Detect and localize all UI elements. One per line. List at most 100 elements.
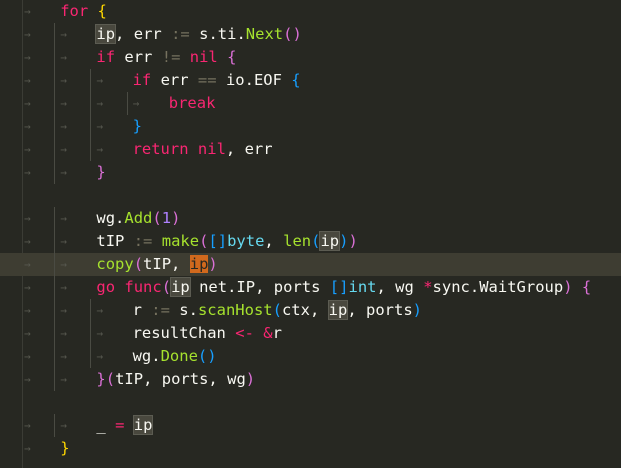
code-line[interactable]: →} xyxy=(0,437,621,460)
bracket: ) xyxy=(171,209,181,227)
code-token: if xyxy=(96,48,116,66)
indent-arrow-icon: → xyxy=(24,442,31,455)
code-line[interactable]: → → copy(tIP, ip) xyxy=(0,253,621,276)
code-token: . xyxy=(115,209,125,227)
code-token: nil xyxy=(197,140,226,158)
code-line[interactable]: → →} xyxy=(0,161,621,184)
code-token: byte xyxy=(227,232,265,250)
indent-arrow-icon: → xyxy=(24,51,31,64)
code-token: _ xyxy=(96,416,106,434)
bracket: ( xyxy=(197,347,208,365)
bracket: } xyxy=(60,439,70,457)
indent-arrow-icon: → xyxy=(96,327,103,340)
code-token: * xyxy=(423,278,433,296)
code-token: wg xyxy=(227,370,246,388)
code-token: != xyxy=(161,48,181,66)
code-line[interactable]: → → wg.Add(1) xyxy=(0,207,621,230)
code-token: , xyxy=(115,25,125,43)
bracket: [ xyxy=(329,278,340,296)
code-token: tIP xyxy=(115,370,144,388)
indent-arrow-icon: → xyxy=(60,258,67,271)
code-line[interactable]: → → → wg.Done() xyxy=(0,345,621,368)
bracket: ( xyxy=(199,232,209,250)
code-token: , xyxy=(225,140,236,158)
code-line[interactable]: → → → r := s.scanHost(ctx, ip, ports) xyxy=(0,299,621,322)
bracket: ( xyxy=(133,255,144,273)
indent-arrow-icon: → xyxy=(96,120,103,133)
indent-arrow-icon: → xyxy=(24,5,31,18)
symbol-highlight: ip xyxy=(95,24,117,44)
indent-arrow-icon: → xyxy=(24,120,31,133)
code-token: tIP xyxy=(96,232,125,250)
code-line[interactable]: → → go func(ip net.IP, ports []int, wg *sy… xyxy=(0,276,621,299)
code-token: , xyxy=(208,370,218,388)
indent-arrow-icon: → xyxy=(60,166,67,179)
code-token: ports xyxy=(273,278,321,296)
indent-arrow-icon: → xyxy=(96,74,103,87)
code-token: . xyxy=(236,25,246,43)
code-token: ports xyxy=(161,370,209,388)
code-line[interactable]: → → →} xyxy=(0,115,621,138)
indent-arrow-icon: → xyxy=(24,212,31,225)
indent-arrow-icon: → xyxy=(24,373,31,386)
code-editor[interactable]: → for {→ → ip, err := s.ti.Next() → → if err !… xyxy=(0,0,621,468)
code-line[interactable]: → → tIP := make([]byte, len(ip)) xyxy=(0,230,621,253)
indent-arrow-icon: → xyxy=(132,97,140,110)
code-line[interactable]: → for { xyxy=(0,0,621,23)
code-token: return xyxy=(132,140,189,158)
code-line[interactable]: → → → → break xyxy=(0,92,621,115)
indent-arrow-icon: → xyxy=(60,281,67,294)
code-token: for xyxy=(60,2,89,20)
code-line[interactable] xyxy=(0,184,621,207)
indent-arrow-icon: → xyxy=(60,304,67,317)
indent-arrow-icon: → xyxy=(60,212,67,225)
code-line[interactable]: → →}(tIP, ports, wg) xyxy=(0,368,621,391)
code-token: wg xyxy=(132,347,152,365)
code-line[interactable] xyxy=(0,391,621,414)
code-token: r xyxy=(272,324,282,342)
indent-arrow-icon: → xyxy=(24,327,31,340)
cursor-selection: ip xyxy=(189,255,209,273)
code-token: . xyxy=(188,301,198,319)
code-line[interactable]: → → if err != nil { xyxy=(0,46,621,69)
code-token: func xyxy=(124,278,162,296)
code-line[interactable]: → → → resultChan <- &r xyxy=(0,322,621,345)
code-token: net xyxy=(199,278,228,296)
code-token: err xyxy=(133,25,162,43)
bracket: ) xyxy=(292,25,302,43)
code-line[interactable]: → → → if err == io.EOF { xyxy=(0,69,621,92)
code-token: ctx xyxy=(281,301,310,319)
code-token: WaitGroup xyxy=(479,278,564,296)
bracket: ) xyxy=(348,232,358,250)
bracket: ( xyxy=(105,370,116,388)
code-token: , xyxy=(143,370,153,388)
bracket: { xyxy=(291,71,301,89)
symbol-highlight: ip xyxy=(132,415,154,435)
indent-arrow-icon: → xyxy=(60,327,67,340)
code-token: == xyxy=(197,71,217,89)
code-line[interactable]: → → ip, err := s.ti.Next() xyxy=(0,23,621,46)
indent-arrow-icon: → xyxy=(96,97,103,110)
code-line[interactable]: → → _ = ip xyxy=(0,414,621,437)
indent-arrow-icon: → xyxy=(24,28,31,41)
indent-arrow-icon: → xyxy=(60,235,67,248)
code-token: , xyxy=(347,301,357,319)
code-line[interactable]: → → → return nil, err xyxy=(0,138,621,161)
